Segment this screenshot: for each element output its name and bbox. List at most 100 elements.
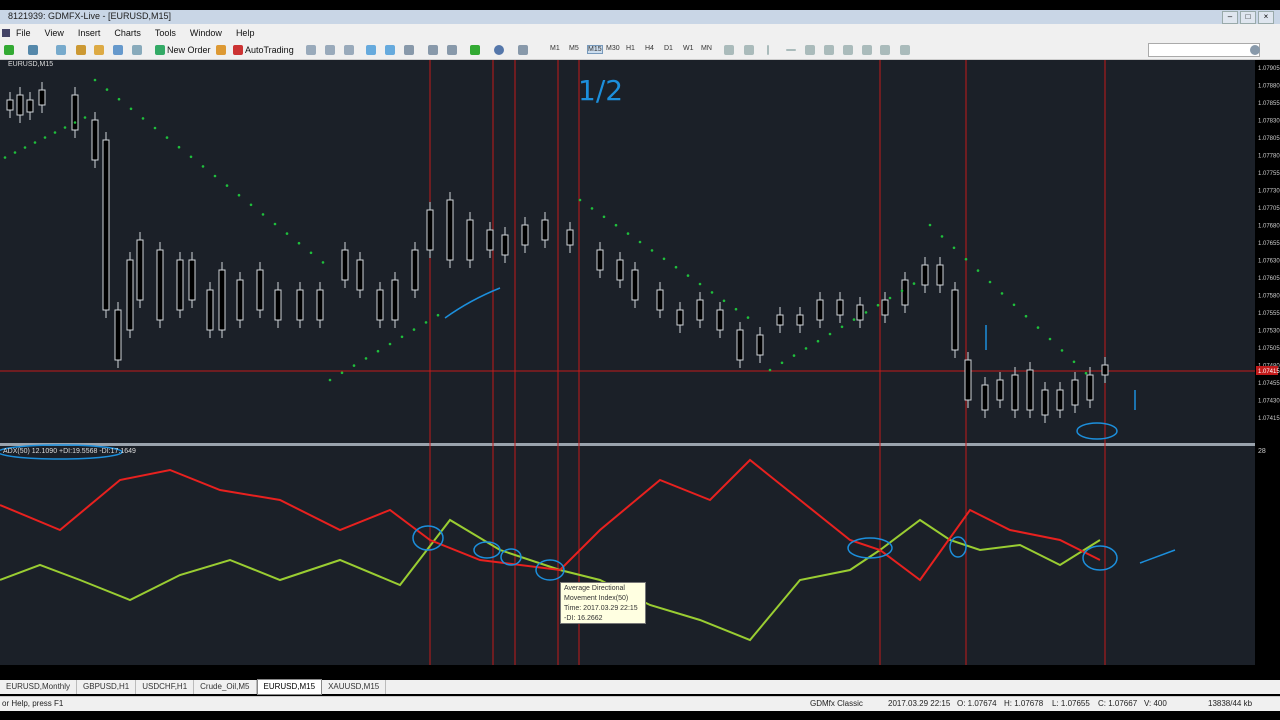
- timeaxis-bg: [0, 665, 1280, 680]
- tf-m1[interactable]: M1: [550, 45, 560, 52]
- sar-dot: [436, 313, 440, 317]
- candle-body: [1011, 374, 1019, 411]
- tab-gbpusd-h1[interactable]: GBPUSD,H1: [77, 680, 137, 694]
- sar-dot: [400, 335, 404, 339]
- candle-body: [521, 224, 529, 246]
- cursor-button[interactable]: [724, 43, 734, 56]
- tile-windows-button[interactable]: [404, 43, 414, 56]
- new-order-button[interactable]: New Order: [155, 43, 211, 56]
- status-datetime: 2017.03.29 22:15: [888, 699, 951, 708]
- market-watch-button[interactable]: [56, 43, 66, 56]
- terminal-button[interactable]: [94, 43, 104, 56]
- menu-file[interactable]: File: [16, 28, 31, 38]
- menu-window[interactable]: Window: [190, 28, 222, 38]
- tf-m5[interactable]: M5: [569, 45, 579, 52]
- menu-view[interactable]: View: [45, 28, 64, 38]
- clock-icon: [494, 44, 504, 55]
- status-traffic: 13838/44 kb: [1208, 699, 1253, 708]
- tf-m15[interactable]: M15: [587, 45, 603, 54]
- candle-body: [356, 259, 364, 291]
- candle-body: [102, 139, 110, 311]
- candles-button[interactable]: [325, 43, 335, 56]
- zoom-out-button[interactable]: [385, 43, 395, 56]
- autotrading-button[interactable]: AutoTrading: [233, 43, 294, 56]
- templates-button[interactable]: [518, 43, 528, 56]
- new-chart-button[interactable]: [4, 43, 14, 56]
- sar-dot: [578, 198, 582, 202]
- close-button[interactable]: ×: [1258, 11, 1274, 24]
- text-label-icon: [880, 44, 890, 55]
- candle-body: [696, 299, 704, 321]
- tab-xauusd-m15[interactable]: XAUUSD,M15: [322, 680, 387, 694]
- menu-insert[interactable]: Insert: [78, 28, 101, 38]
- autoscroll-button[interactable]: [428, 43, 438, 56]
- tab-eurusd-m15[interactable]: EURUSD,M15: [256, 679, 323, 695]
- search-input[interactable]: [1148, 43, 1260, 57]
- vertical-line-button[interactable]: [767, 43, 769, 56]
- trendline-button[interactable]: [805, 43, 815, 56]
- fibonacci-button[interactable]: [843, 43, 853, 56]
- menu-charts[interactable]: Charts: [114, 28, 141, 38]
- tf-mn[interactable]: MN: [701, 45, 712, 52]
- zoom-in-icon: [366, 44, 376, 55]
- chart-canvas[interactable]: 1/2 1.07905 1.07880 1.07855 1.07830 1.07805 1.…: [0, 60, 1280, 665]
- candle-body: [936, 264, 944, 286]
- sar-dot: [626, 232, 630, 235]
- editor-button[interactable]: [132, 43, 142, 56]
- indicators-button[interactable]: [470, 43, 480, 56]
- tab-eurusd-monthly[interactable]: EURUSD,Monthly: [0, 680, 78, 694]
- zoom-in-button[interactable]: [366, 43, 376, 56]
- sar-dot: [1012, 303, 1016, 307]
- profiles-button[interactable]: [28, 43, 38, 56]
- sar-dot: [340, 371, 344, 375]
- minimize-button[interactable]: –: [1222, 11, 1238, 24]
- tab-crude-oil-m5[interactable]: Crude_Oil,M5: [194, 680, 257, 694]
- search-button[interactable]: [1250, 43, 1260, 56]
- candle-body: [391, 279, 399, 321]
- sar-dot: [13, 151, 17, 154]
- tf-m30[interactable]: M30: [606, 45, 620, 52]
- menu-tools[interactable]: Tools: [155, 28, 176, 38]
- tester-button[interactable]: [113, 43, 123, 56]
- maximize-button[interactable]: □: [1240, 11, 1256, 24]
- sar-dot: [165, 136, 169, 139]
- price-label: 1.07505: [1258, 346, 1280, 352]
- tf-w1[interactable]: W1: [683, 45, 694, 52]
- line-chart-button[interactable]: [344, 43, 354, 56]
- candle-body: [1071, 379, 1079, 406]
- sar-dot: [888, 296, 892, 300]
- candle-body: [676, 309, 684, 326]
- profiles-icon: [28, 44, 38, 55]
- candle-body: [218, 269, 226, 331]
- candle-body: [466, 219, 474, 261]
- candle-body: [596, 249, 604, 271]
- navigator-button[interactable]: [76, 43, 86, 56]
- menu-help[interactable]: Help: [236, 28, 255, 38]
- sar-dot: [33, 141, 37, 144]
- horizontal-line-button[interactable]: [786, 43, 796, 56]
- sar-dot: [1084, 371, 1088, 375]
- chart-window[interactable]: 1/2 1.07905 1.07880 1.07855 1.07830 1.07805 1.…: [0, 60, 1280, 665]
- price-label: 1.07805: [1258, 136, 1280, 142]
- chart-shift-button[interactable]: [447, 43, 457, 56]
- sar-dot: [177, 145, 181, 149]
- sar-dot: [1048, 337, 1052, 341]
- text-button[interactable]: [862, 43, 872, 56]
- tf-h4[interactable]: H4: [645, 45, 654, 52]
- text-label-button[interactable]: [880, 43, 890, 56]
- tab-usdchf-h1[interactable]: USDCHF,H1: [136, 680, 195, 694]
- crosshair-button[interactable]: [744, 43, 754, 56]
- sar-dot: [364, 357, 368, 360]
- expert-icon-button[interactable]: [216, 43, 226, 56]
- tf-h1[interactable]: H1: [626, 45, 635, 52]
- sar-dot: [662, 257, 666, 261]
- bar-chart-button[interactable]: [306, 43, 316, 56]
- channel-button[interactable]: [824, 43, 834, 56]
- app-icon: [2, 28, 10, 37]
- candle-body: [631, 269, 639, 301]
- periods-button[interactable]: [494, 43, 504, 56]
- arrows-button[interactable]: [900, 43, 910, 56]
- status-profile: GDMfx Classic: [810, 699, 863, 708]
- tf-d1[interactable]: D1: [664, 45, 673, 52]
- symbol-label: EURUSD,M15: [8, 61, 54, 68]
